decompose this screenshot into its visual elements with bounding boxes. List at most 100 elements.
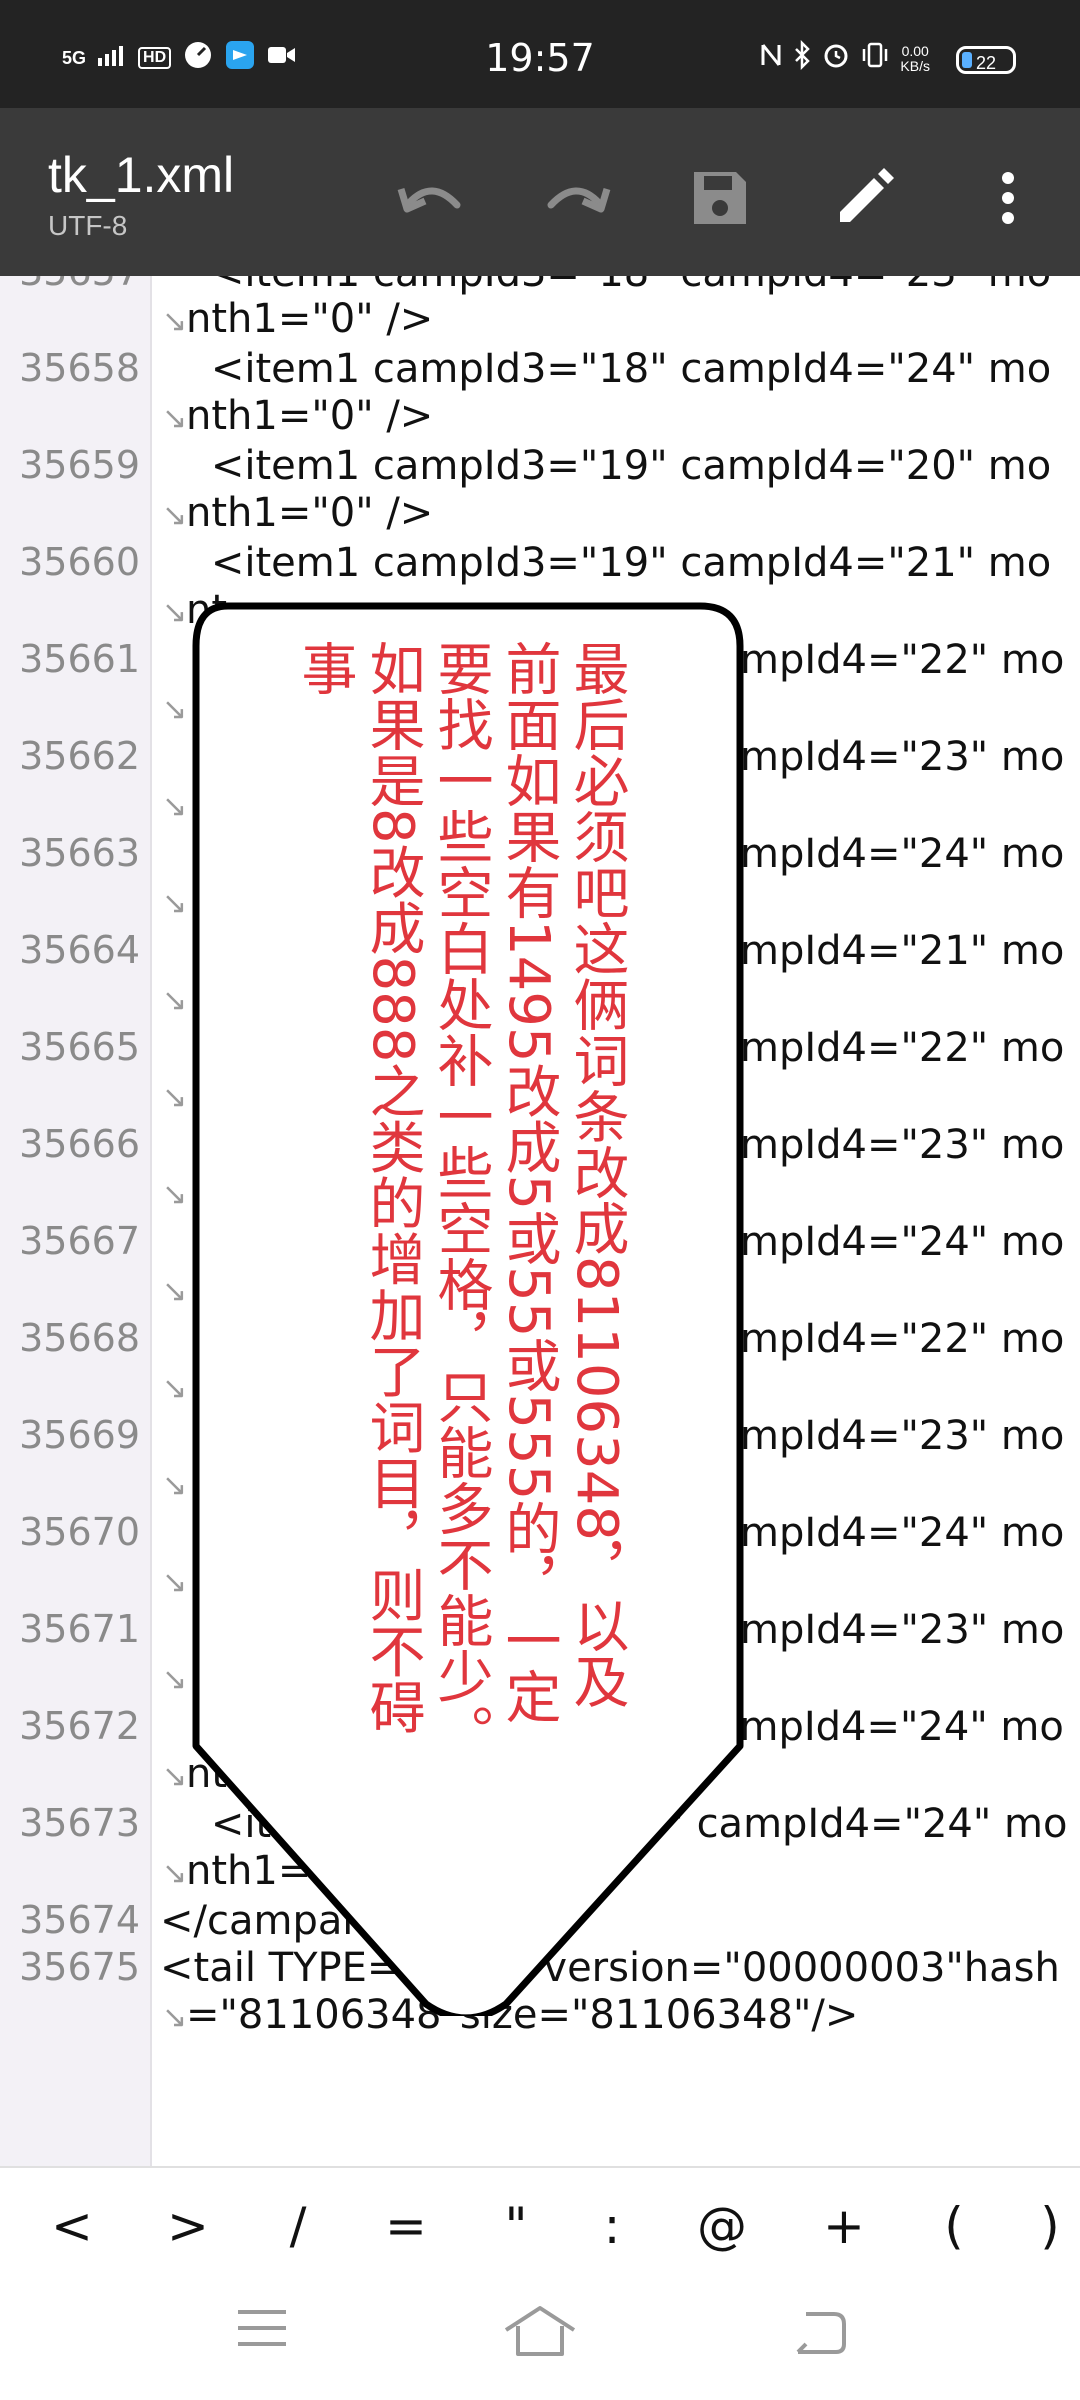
- wrap-icon: ↘: [162, 984, 188, 1017]
- wrap-icon: ↘: [162, 1663, 188, 1696]
- code-line: mpId4="22" mo: [740, 1316, 1065, 1362]
- app-toolbar: tk_1.xml UTF-8: [0, 108, 1080, 276]
- line-number: 35667: [19, 1219, 140, 1263]
- line-number: 35659: [19, 443, 140, 487]
- battery-level-fill: [962, 52, 972, 68]
- menu-icon: [238, 2310, 286, 2346]
- line-number: 35661: [19, 637, 140, 681]
- code-line: <item1 campId3="18" campId4="24" mo: [160, 346, 1052, 392]
- redo-button[interactable]: [536, 158, 616, 238]
- more-options-button[interactable]: [968, 158, 1048, 238]
- wrap-icon: ↘: [162, 596, 188, 629]
- symbol-key[interactable]: ): [1010, 2186, 1080, 2266]
- line-number: 35665: [19, 1025, 140, 1069]
- line-number: 35663: [19, 831, 140, 875]
- wrap-icon: ↘: [162, 1566, 188, 1599]
- line-number: 35666: [19, 1122, 140, 1166]
- code-line: <item1 campId3="19" campId4="20" mo: [160, 443, 1052, 489]
- file-name: tk_1.xml: [48, 147, 235, 203]
- alarm-icon: [822, 41, 850, 76]
- status-bar: 5G HD 19:57 0.00 KB/s 22: [0, 0, 1080, 108]
- line-number: 35671: [19, 1607, 140, 1651]
- symbol-key[interactable]: /: [258, 2186, 338, 2266]
- symbol-key[interactable]: +: [804, 2186, 884, 2266]
- bluetooth-icon: [792, 39, 812, 77]
- symbol-key[interactable]: :: [572, 2186, 652, 2266]
- code-line: mpId4="24" mo: [740, 1510, 1065, 1556]
- line-number: 35675: [19, 1945, 140, 1989]
- battery-level: 22: [975, 53, 997, 73]
- symbol-key[interactable]: ": [476, 2186, 556, 2266]
- recents-button[interactable]: [232, 2304, 312, 2364]
- wrap-icon: ↘: [162, 305, 188, 338]
- code-line: mpId4="23" mo: [740, 734, 1065, 780]
- nfc-icon: [760, 40, 782, 77]
- battery-icon: 22: [956, 46, 1016, 74]
- file-encoding: UTF-8: [48, 210, 128, 241]
- line-number: 35672: [19, 1704, 140, 1748]
- line-number: 35658: [19, 346, 140, 390]
- wrap-icon: ↘: [162, 1469, 188, 1502]
- symbol-key-bar: < > / = " : @ + ( ): [0, 2166, 1080, 2278]
- save-button[interactable]: [680, 158, 760, 238]
- code-line-wrap: nth1="0" />: [186, 393, 434, 439]
- undo-icon: [397, 187, 461, 213]
- network-speed-value: 0.00: [901, 42, 929, 59]
- symbol-key[interactable]: <: [32, 2186, 112, 2266]
- wrap-icon: ↘: [162, 693, 188, 726]
- line-number: 35657: [0, 276, 140, 294]
- line-number: 35673: [19, 1801, 140, 1845]
- line-number: 35660: [19, 540, 140, 584]
- line-number: 35668: [19, 1316, 140, 1360]
- code-line: <item1 campId3="18" campId4="23" mo: [160, 276, 1051, 296]
- pencil-icon: [840, 168, 894, 222]
- symbol-key[interactable]: >: [148, 2186, 228, 2266]
- home-button[interactable]: [500, 2304, 580, 2364]
- symbol-key[interactable]: @: [682, 2186, 762, 2266]
- code-line: mpId4="22" mo: [740, 1025, 1065, 1071]
- edit-button[interactable]: [824, 158, 904, 238]
- code-line: mpId4="23" mo: [740, 1122, 1065, 1168]
- code-line: mpId4="21" mo: [740, 928, 1065, 974]
- wrap-icon: ↘: [162, 1275, 188, 1308]
- code-line: mpId4="23" mo: [740, 1413, 1065, 1459]
- home-icon: [504, 2306, 576, 2356]
- save-icon: [694, 172, 746, 224]
- wrap-icon: ↘: [162, 402, 188, 435]
- wrap-icon: ↘: [162, 1857, 188, 1890]
- code-line: <item1 campId3="19" campId4="21" mo: [160, 540, 1052, 586]
- wrap-icon: ↘: [162, 1081, 188, 1114]
- wrap-icon: ↘: [162, 1372, 188, 1405]
- undo-button[interactable]: [392, 158, 472, 238]
- line-number: 35664: [19, 928, 140, 972]
- symbol-key[interactable]: (: [914, 2186, 994, 2266]
- back-icon: [796, 2312, 846, 2354]
- code-line: mpId4="24" mo: [740, 831, 1065, 877]
- symbol-key[interactable]: =: [366, 2186, 446, 2266]
- wrap-icon: ↘: [162, 790, 188, 823]
- network-speed-unit: KB/s: [900, 57, 930, 74]
- code-line: ampId4="24" mo: [715, 1704, 1064, 1750]
- code-line: mpId4="23" mo: [740, 1607, 1065, 1653]
- line-number: 35670: [19, 1510, 140, 1554]
- code-line-wrap: nth1="0" />: [186, 296, 434, 342]
- redo-icon: [547, 187, 611, 213]
- status-right-icons: 0.00 KB/s: [760, 39, 930, 77]
- vibrate-icon: [860, 41, 890, 76]
- system-nav-bar: [0, 2276, 1080, 2400]
- code-line: mpId4="24" mo: [740, 1219, 1065, 1265]
- wrap-icon: ↘: [162, 2001, 188, 2034]
- wrap-icon: ↘: [162, 887, 188, 920]
- line-number: 35669: [19, 1413, 140, 1457]
- network-speed: 0.00 KB/s: [900, 42, 930, 74]
- code-line: mpId4="22" mo: [740, 637, 1065, 683]
- line-number: 35674: [19, 1898, 140, 1942]
- wrap-icon: ↘: [162, 1760, 188, 1793]
- more-vert-icon: [1002, 172, 1014, 224]
- wrap-icon: ↘: [162, 1178, 188, 1211]
- line-number: 35662: [19, 734, 140, 778]
- back-button[interactable]: [790, 2304, 870, 2364]
- wrap-icon: ↘: [162, 499, 188, 532]
- annotation-text: 最后必须吧这俩词条改成81106348，以及前面如果有1495改成5或55或55…: [292, 640, 629, 1760]
- code-line-wrap: nth1="0" />: [186, 490, 434, 536]
